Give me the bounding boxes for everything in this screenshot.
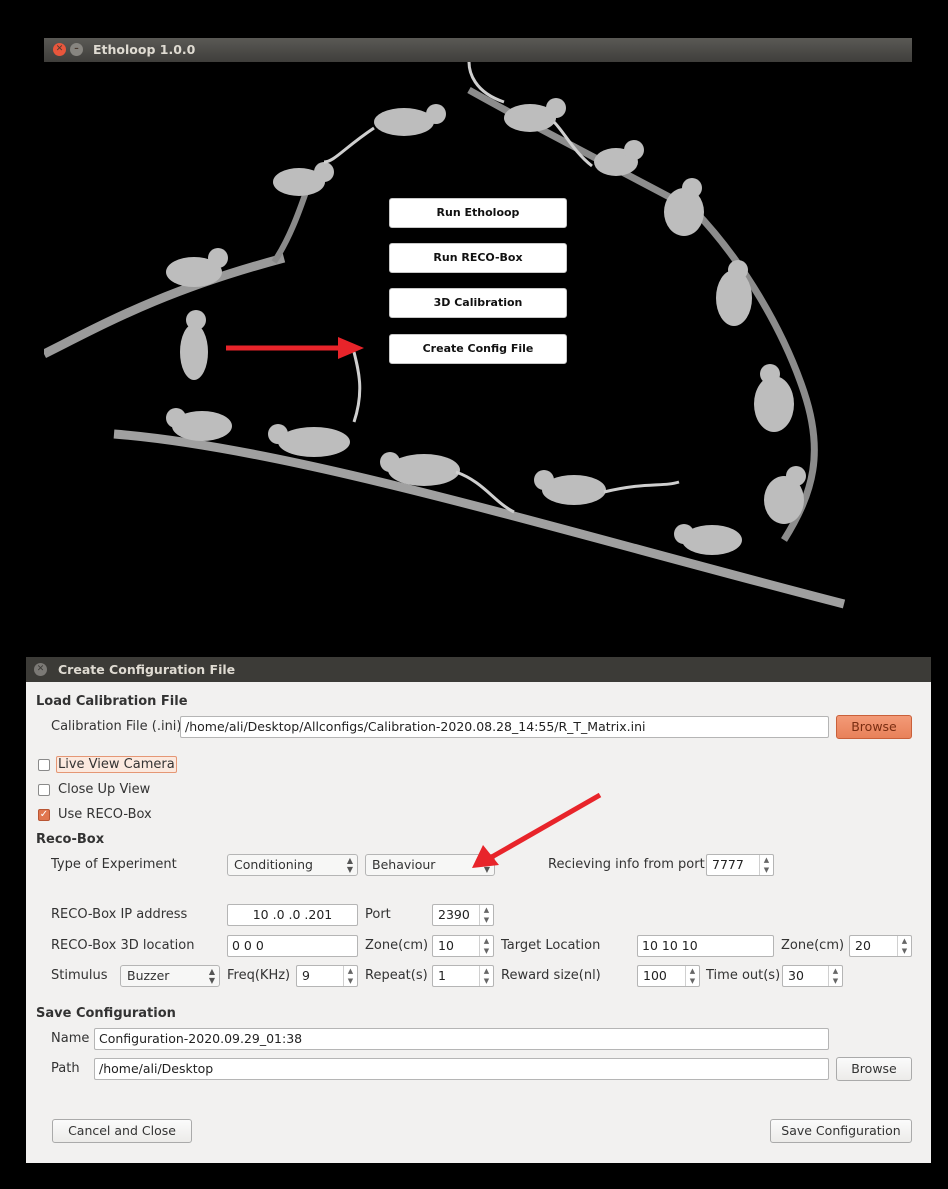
timeout-spinbox[interactable]: 30 ▲ ▼ (782, 965, 843, 987)
save-configuration-button[interactable]: Save Configuration (770, 1119, 912, 1143)
experiment-type-label: Type of Experiment (51, 857, 177, 872)
create-config-file-button[interactable]: Create Config File (389, 334, 567, 364)
spin-arrows-icon: ▲▼ (479, 966, 493, 986)
spin-arrows-icon: ▲▼ (343, 966, 357, 986)
spin-arrows-icon: ▲▼ (897, 936, 911, 956)
path-browse-button[interactable]: Browse (836, 1057, 912, 1081)
zone1-spinbox[interactable]: 10 ▲ ▼ (432, 935, 494, 957)
reco-box-heading: Reco-Box (36, 832, 105, 847)
freq-spinbox[interactable]: 9 ▲ ▼ (296, 965, 358, 987)
live-view-label: Live View Camera (56, 756, 177, 773)
3d-calibration-button[interactable]: 3D Calibration (389, 288, 567, 318)
calibration-file-input[interactable]: /home/ali/Desktop/Allconfigs/Calibration… (180, 716, 829, 738)
path-label: Path (51, 1061, 80, 1076)
spin-arrows-icon: ▲▼ (685, 966, 699, 986)
spin-arrows-icon: ▲▼ (479, 936, 493, 956)
close-icon[interactable]: ✕ (34, 663, 47, 676)
load-calibration-heading: Load Calibration File (36, 694, 188, 709)
annotation-arrow-icon (226, 337, 364, 359)
port-info-spinbox[interactable]: 7777 ▲ ▼ (706, 854, 774, 876)
spin-arrows-icon: ▲▼ (208, 967, 215, 985)
zone2-spinbox[interactable]: 20 ▲ ▼ (849, 935, 912, 957)
dialog-title: Create Configuration File (58, 662, 236, 677)
freq-value: 9 (302, 968, 310, 983)
main-window-title: Etholoop 1.0.0 (93, 42, 196, 57)
name-label: Name (51, 1031, 90, 1046)
zone1-value: 10 (438, 938, 454, 953)
stimulus-select[interactable]: Buzzer ▲ ▼ (120, 965, 220, 987)
live-view-checkbox[interactable] (38, 759, 50, 771)
run-etholoop-button[interactable]: Run Etholoop (389, 198, 567, 228)
experiment-type-value: Conditioning (234, 857, 313, 872)
repeat-label: Repeat(s) (365, 968, 428, 983)
spin-arrows-icon: ▲▼ (759, 855, 773, 875)
port-value: 2390 (438, 907, 470, 922)
ip-address-input[interactable]: 10 .0 .0 .201 (227, 904, 358, 926)
dialog-titlebar: ✕ Create Configuration File (26, 657, 931, 682)
config-path-input[interactable]: /home/ali/Desktop (94, 1058, 829, 1080)
reward-size-spinbox[interactable]: 100 ▲ ▼ (637, 965, 700, 987)
close-up-label: Close Up View (58, 782, 151, 797)
calibration-browse-button[interactable]: Browse (836, 715, 912, 739)
reco-location-label: RECO-Box 3D location (51, 938, 195, 953)
use-reco-box-checkbox[interactable]: ✓ (38, 809, 50, 821)
target-location-input[interactable]: 10 10 10 (637, 935, 774, 957)
repeat-value: 1 (438, 968, 446, 983)
spin-arrows-icon: ▲▼ (346, 856, 353, 874)
main-titlebar: ✕ – Etholoop 1.0.0 (44, 38, 912, 62)
use-reco-box-label: Use RECO-Box (58, 807, 152, 822)
close-icon[interactable]: ✕ (53, 43, 66, 56)
stimulus-value: Buzzer (127, 968, 170, 983)
close-up-checkbox[interactable] (38, 784, 50, 796)
save-configuration-heading: Save Configuration (36, 1006, 176, 1021)
reco-location-input[interactable]: 0 0 0 (227, 935, 358, 957)
minimize-icon[interactable]: – (70, 43, 83, 56)
experiment-type-select[interactable]: Conditioning ▲ ▼ (227, 854, 358, 876)
timeout-value: 30 (788, 968, 804, 983)
zone2-value: 20 (855, 938, 871, 953)
port-label: Port (365, 907, 391, 922)
timeout-label: Time out(s) (706, 968, 781, 983)
target-location-label: Target Location (501, 938, 601, 953)
zone1-label: Zone(cm) (365, 938, 429, 953)
spin-arrows-icon: ▲▼ (479, 905, 493, 925)
create-configuration-dialog: ✕ Create Configuration File Load Calibra… (26, 657, 931, 1163)
ip-address-label: RECO-Box IP address (51, 907, 188, 922)
freq-label: Freq(KHz) (227, 968, 291, 983)
zone2-label: Zone(cm) (781, 938, 845, 953)
config-name-input[interactable]: Configuration-2020.09.29_01:38 (94, 1028, 829, 1050)
annotation-arrow-icon (472, 792, 602, 868)
mode-value: Behaviour (372, 857, 436, 872)
reward-size-value: 100 (643, 968, 667, 983)
port-info-value: 7777 (712, 857, 744, 872)
spin-arrows-icon: ▲▼ (828, 966, 842, 986)
reward-size-label: Reward size(nl) (501, 968, 601, 983)
etholoop-main-window: ✕ – Etholoop 1.0.0 Run Etholoop Run RECO… (44, 38, 912, 610)
stimulus-label: Stimulus (51, 968, 108, 983)
calibration-file-label: Calibration File (.ini) (51, 719, 182, 734)
repeat-spinbox[interactable]: 1 ▲ ▼ (432, 965, 494, 987)
run-reco-box-button[interactable]: Run RECO-Box (389, 243, 567, 273)
port-spinbox[interactable]: 2390 ▲ ▼ (432, 904, 494, 926)
cancel-and-close-button[interactable]: Cancel and Close (52, 1119, 192, 1143)
live-view-label-wrap: Live View Camera (56, 754, 177, 776)
